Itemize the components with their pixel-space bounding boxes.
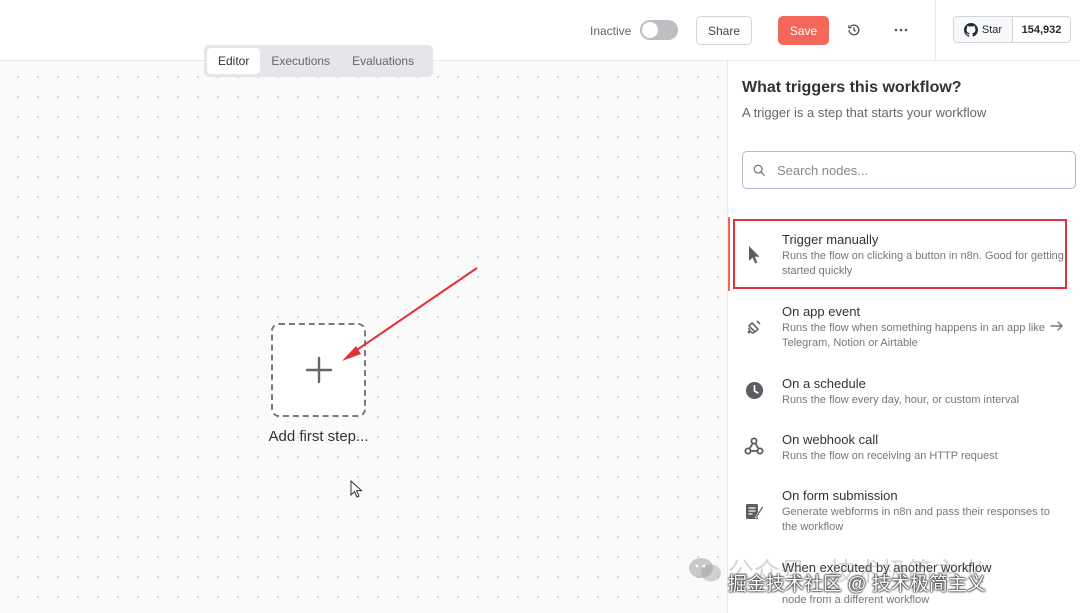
panel-title: What triggers this workflow? — [742, 79, 962, 96]
tab-editor[interactable]: Editor — [207, 48, 261, 74]
share-button[interactable]: Share — [696, 16, 752, 45]
trigger-item-title: On form submission — [782, 488, 898, 503]
trigger-item-desc: Runs the flow on clicking a button in n8… — [782, 250, 1064, 277]
workflow-status-label: Inactive — [590, 24, 632, 38]
trigger-item-desc: Runs the flow when something happens in … — [782, 322, 1045, 349]
trigger-item-desc: node from a different workflow — [782, 594, 930, 606]
cursor-icon — [744, 245, 764, 265]
node-search-field[interactable] — [742, 151, 1076, 189]
plus-icon — [305, 356, 332, 384]
trigger-item-desc: Runs the flow every day, hour, or custom… — [782, 394, 1020, 406]
trigger-item-desc: Runs the flow on receiving an HTTP reque… — [782, 450, 998, 462]
trigger-item-desc: Generate webforms in n8n and pass their … — [782, 506, 1050, 533]
add-first-step-label: Add first step... — [268, 428, 369, 445]
top-bar: Inactive Share Save Star 154,932 — [0, 0, 1080, 61]
search-icon — [753, 164, 765, 176]
trigger-item-title: On a schedule — [782, 376, 866, 391]
annotation-arrow-icon — [342, 267, 478, 361]
active-toggle[interactable] — [640, 20, 678, 40]
toggle-knob — [642, 22, 658, 38]
github-star-widget[interactable]: Star 154,932 — [953, 16, 1071, 43]
form-icon — [744, 501, 764, 521]
view-tabs: Editor Executions Evaluations — [204, 45, 433, 77]
more-options-icon[interactable] — [891, 20, 911, 40]
trigger-item-app-event[interactable]: On app event Runs the flow when somethin… — [728, 293, 1080, 363]
mouse-cursor-icon — [350, 480, 363, 498]
save-button[interactable]: Save — [778, 16, 829, 45]
node-search-input[interactable] — [777, 162, 1057, 178]
github-star-button[interactable]: Star — [954, 17, 1013, 42]
trigger-item-title: When executed by another workflow — [782, 560, 992, 575]
trigger-item-form[interactable]: On form submission Generate webforms in … — [728, 477, 1080, 547]
topbar-divider — [935, 0, 936, 61]
arrow-right-icon — [1050, 321, 1063, 331]
github-star-label: Star — [981, 23, 1003, 36]
github-icon — [963, 22, 978, 37]
tab-evaluations[interactable]: Evaluations — [341, 48, 425, 74]
trigger-item-title: On app event — [782, 304, 861, 319]
tab-executions[interactable]: Executions — [260, 48, 341, 74]
trigger-item-manual[interactable]: Trigger manually Runs the flow on clicki… — [728, 221, 1080, 291]
clock-icon — [744, 380, 764, 400]
trigger-item-sub-workflow[interactable]: When executed by another workflow node f… — [728, 549, 1080, 613]
github-star-count[interactable]: 154,932 — [1013, 17, 1070, 42]
trigger-item-title: On webhook call — [782, 432, 879, 447]
satellite-icon — [744, 317, 764, 337]
trigger-panel: What triggers this workflow? A trigger i… — [727, 61, 1080, 613]
trigger-item-title: Trigger manually — [782, 232, 879, 247]
panel-subtitle: A trigger is a step that starts your wor… — [742, 105, 987, 120]
history-icon[interactable] — [844, 20, 864, 40]
webhook-icon — [744, 436, 764, 456]
